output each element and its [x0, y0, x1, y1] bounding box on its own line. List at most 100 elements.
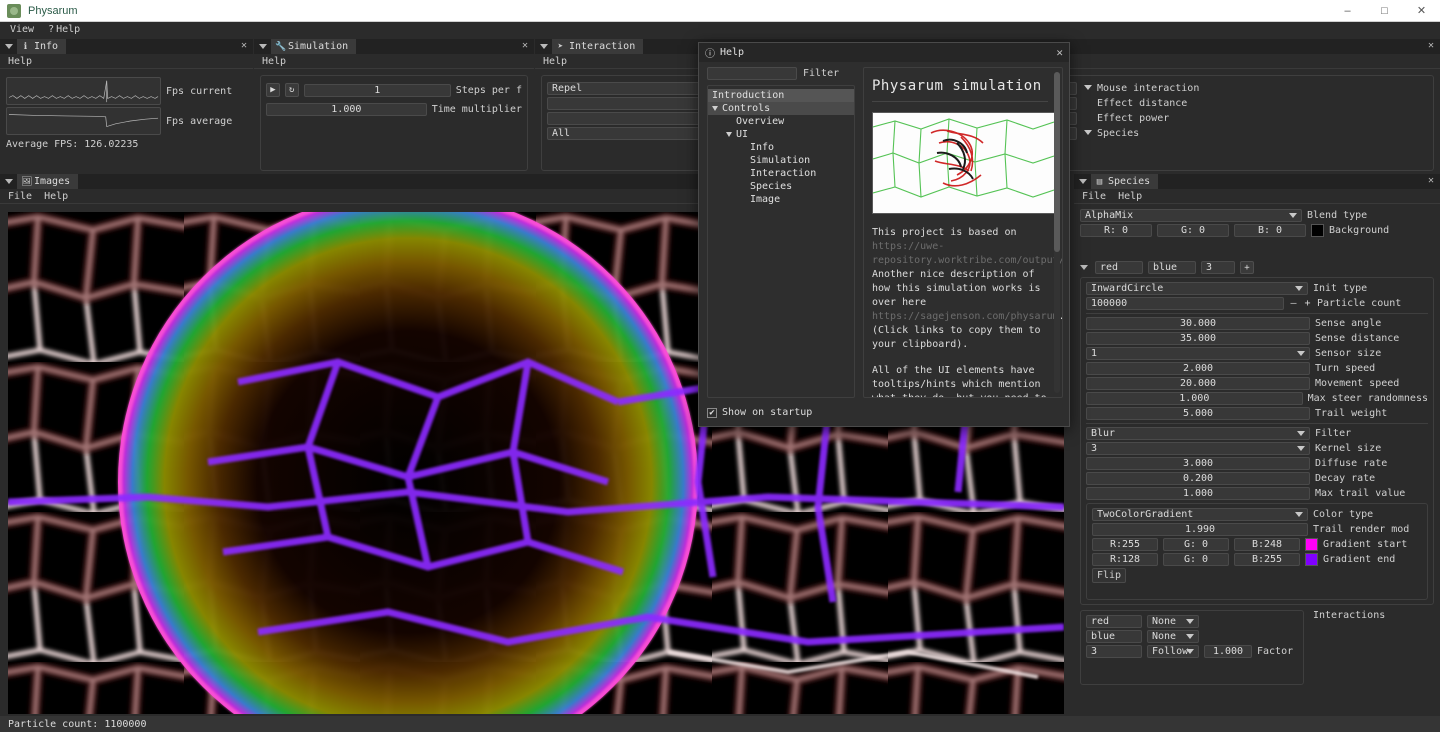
max-steer-randomness-input[interactable]: 1.000: [1086, 392, 1303, 405]
help-tree-item-info[interactable]: Info: [708, 141, 854, 154]
color-type-select[interactable]: TwoColorGradient: [1092, 508, 1308, 521]
minimize-button[interactable]: –: [1329, 0, 1366, 22]
max-trail-value-input[interactable]: 1.000: [1086, 487, 1310, 500]
turn-speed-input[interactable]: 2.000: [1086, 362, 1310, 375]
panel-menu-caret-icon[interactable]: [5, 44, 13, 49]
panel-menu-caret-icon[interactable]: [1079, 179, 1087, 184]
chevron-down-icon[interactable]: [712, 106, 718, 111]
help-scrollbar-thumb[interactable]: [1054, 72, 1060, 252]
trail-weight-input[interactable]: 5.000: [1086, 407, 1310, 420]
species-menu-help[interactable]: Help: [1118, 191, 1142, 202]
background-g-input[interactable]: G: 0: [1157, 224, 1229, 237]
gradient-end-b-input[interactable]: B:255: [1234, 553, 1300, 566]
help-content-pane[interactable]: Physarum simulation This project is base…: [863, 67, 1063, 398]
close-button[interactable]: ✕: [1403, 0, 1440, 22]
movement-speed-input[interactable]: 20.000: [1086, 377, 1310, 390]
add-species-button[interactable]: +: [1240, 261, 1254, 274]
tab-interaction[interactable]: ➤ Interaction: [552, 39, 644, 54]
trail-render-mod-input[interactable]: 1.990: [1092, 523, 1308, 536]
maximize-button[interactable]: □: [1366, 0, 1403, 22]
species-tab-3[interactable]: 3: [1201, 261, 1235, 274]
species-tab-blue[interactable]: blue: [1148, 261, 1196, 274]
time-multiplier-input[interactable]: 1.000: [266, 103, 427, 116]
steps-per-frame-input[interactable]: 1: [303, 83, 451, 97]
background-r-input[interactable]: R: 0: [1080, 224, 1152, 237]
panel-menu-caret-icon[interactable]: [5, 179, 13, 184]
sensor-size-select[interactable]: 1: [1086, 347, 1310, 360]
gradient-start-swatch[interactable]: [1305, 538, 1318, 551]
simulation-menu-help[interactable]: Help: [262, 56, 286, 67]
menu-view[interactable]: View: [8, 24, 36, 35]
interaction-mode-red[interactable]: None: [1147, 615, 1199, 628]
reset-button[interactable]: ↻: [284, 83, 299, 97]
chevron-down-icon[interactable]: [726, 132, 732, 137]
particle-count-increment[interactable]: +: [1303, 298, 1312, 309]
menu-help[interactable]: ? Help: [46, 24, 82, 35]
info-panel: ℹ Info ✕ Help Fps current Fps average Av…: [0, 39, 253, 173]
flip-button[interactable]: Flip: [1092, 568, 1127, 583]
help-scrollbar-track[interactable]: [1054, 72, 1060, 393]
tab-images[interactable]: 🖼 Images: [17, 174, 79, 189]
interaction-mode-blue[interactable]: None: [1147, 630, 1199, 643]
species-tab-red[interactable]: red: [1095, 261, 1143, 274]
tab-info[interactable]: ℹ Info: [17, 39, 67, 54]
help-dialog-close-icon[interactable]: ✕: [1056, 46, 1063, 59]
show-on-startup-row[interactable]: ✔ Show on startup: [707, 407, 812, 418]
help-tree-item-interaction[interactable]: Interaction: [708, 167, 854, 180]
help-tree-item-introduction[interactable]: Introduction: [708, 89, 854, 102]
panel-menu-caret-icon[interactable]: [540, 44, 548, 49]
gradient-end-r-input[interactable]: R:128: [1092, 553, 1158, 566]
help-tree-item-ui[interactable]: UI: [708, 128, 854, 141]
help-tree-item-overview[interactable]: Overview: [708, 115, 854, 128]
gradient-start-b-input[interactable]: B:248: [1234, 538, 1300, 551]
species-menu-file[interactable]: File: [1082, 191, 1106, 202]
play-button[interactable]: ▶: [266, 83, 280, 97]
particle-count-input[interactable]: 100000: [1086, 297, 1284, 310]
images-menu-file[interactable]: File: [8, 191, 32, 202]
filter-select[interactable]: Blur: [1086, 427, 1310, 440]
interaction-menu-help[interactable]: Help: [543, 56, 567, 67]
info-menu-help[interactable]: Help: [8, 56, 32, 67]
gradient-end-swatch[interactable]: [1305, 553, 1318, 566]
sense-distance-input[interactable]: 35.000: [1086, 332, 1310, 345]
help-tree-item-controls[interactable]: Controls: [708, 102, 854, 115]
blend-type-select[interactable]: AlphaMix: [1080, 209, 1302, 222]
interaction-factor-3[interactable]: 1.000: [1204, 645, 1252, 658]
background-b-input[interactable]: B: 0: [1234, 224, 1306, 237]
panel-menu-caret-icon[interactable]: [259, 44, 267, 49]
interaction-species-blue[interactable]: blue: [1086, 630, 1142, 643]
interaction-panel-close-icon[interactable]: ✕: [1428, 40, 1434, 51]
help-tree-item-species[interactable]: Species: [708, 180, 854, 193]
init-type-select[interactable]: InwardCircle: [1086, 282, 1308, 295]
help-tree-item-simulation[interactable]: Simulation: [708, 154, 854, 167]
diffuse-rate-input[interactable]: 3.000: [1086, 457, 1310, 470]
background-color-swatch[interactable]: [1311, 224, 1324, 237]
help-link-uwe[interactable]: https://uwe-repository.worktribe.com/out…: [872, 241, 1062, 266]
sense-angle-input[interactable]: 30.000: [1086, 317, 1310, 330]
simulation-panel-close-icon[interactable]: ✕: [522, 40, 528, 51]
gradient-start-r-input[interactable]: R:255: [1092, 538, 1158, 551]
tab-species[interactable]: ▤ Species: [1091, 174, 1159, 189]
help-filter-input[interactable]: [707, 67, 797, 80]
help-tree-item-image[interactable]: Image: [708, 193, 854, 206]
show-on-startup-checkbox[interactable]: ✔: [707, 407, 717, 418]
status-bar: Particle count: 1100000: [0, 716, 1440, 732]
help-link-sagejenson[interactable]: https://sagejenson.com/physarum: [872, 311, 1059, 322]
chevron-down-icon[interactable]: [1084, 130, 1092, 135]
gradient-end-g-input[interactable]: G: 0: [1163, 553, 1229, 566]
interaction-species-3[interactable]: 3: [1086, 645, 1142, 658]
kernel-size-select[interactable]: 3: [1086, 442, 1310, 455]
tab-simulation[interactable]: 🔧 Simulation: [271, 39, 357, 54]
interaction-mode-3[interactable]: Follow: [1147, 645, 1199, 658]
chevron-down-icon[interactable]: [1084, 85, 1092, 90]
decay-rate-input[interactable]: 0.200: [1086, 472, 1310, 485]
particle-count-decrement[interactable]: –: [1289, 298, 1298, 309]
gradient-start-g-input[interactable]: G: 0: [1163, 538, 1229, 551]
species-panel-close-icon[interactable]: ✕: [1428, 175, 1434, 186]
images-menu-help[interactable]: Help: [44, 191, 68, 202]
interaction-species-red[interactable]: red: [1086, 615, 1142, 628]
info-panel-close-icon[interactable]: ✕: [241, 40, 247, 51]
sensor-size-label: Sensor size: [1315, 348, 1382, 359]
help-dialog-titlebar[interactable]: ⓘ Help ✕: [699, 43, 1069, 62]
species-list-caret-icon[interactable]: [1080, 265, 1088, 270]
